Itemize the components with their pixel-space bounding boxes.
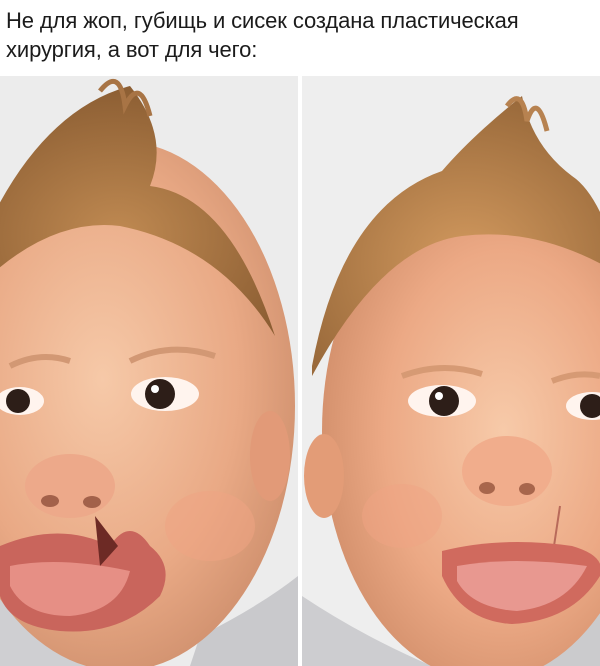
- baby-face-cleft-lip-illustration: [0, 76, 298, 666]
- photo-collage: [0, 76, 600, 666]
- before-surgery-photo[interactable]: [0, 76, 298, 666]
- after-surgery-photo[interactable]: [302, 76, 600, 666]
- baby-face-repaired-lip-illustration: [302, 76, 600, 666]
- post-caption: Не для жоп, губищь и сисек создана пласт…: [6, 8, 519, 62]
